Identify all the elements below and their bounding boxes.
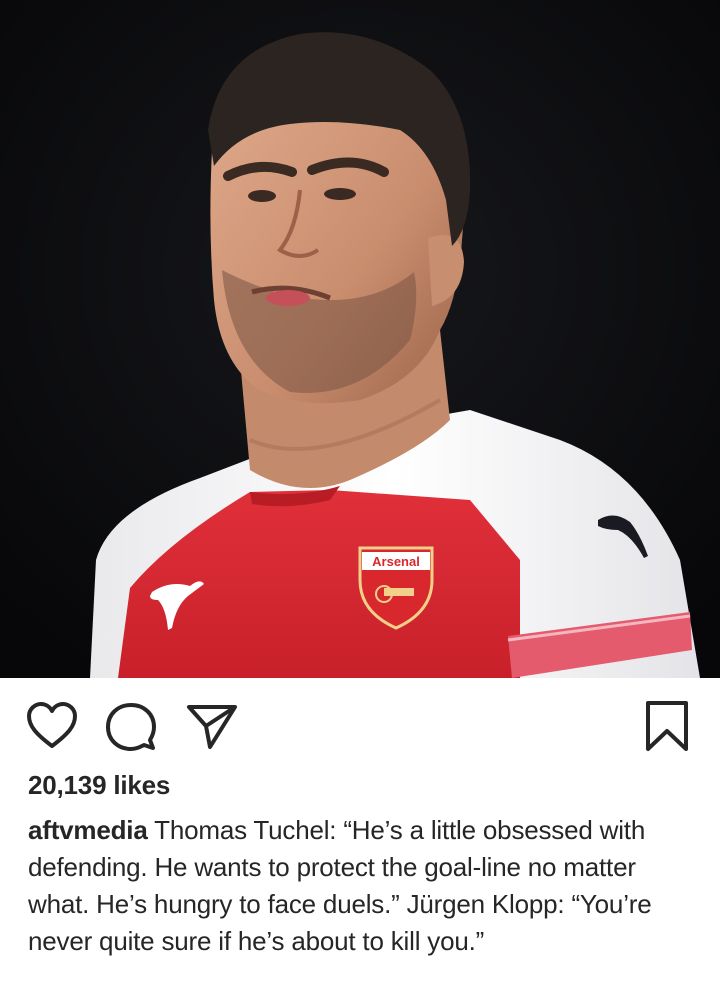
- share-button[interactable]: [186, 704, 238, 750]
- player-head: [208, 32, 471, 404]
- comment-button[interactable]: [106, 702, 156, 752]
- like-button[interactable]: [26, 702, 78, 750]
- likes-count[interactable]: 20,139 likes: [28, 770, 170, 801]
- instagram-post: Arsenal 20,139 likes aftvmedia Thomas Tu…: [0, 0, 720, 995]
- post-image[interactable]: Arsenal: [0, 0, 720, 678]
- paper-plane-icon: [187, 705, 237, 749]
- crest-text: Arsenal: [372, 554, 420, 569]
- action-bar: [0, 678, 720, 774]
- bookmark-icon: [646, 701, 688, 751]
- caption-username[interactable]: aftvmedia: [28, 815, 148, 845]
- post-caption: aftvmedia Thomas Tuchel: “He’s a little …: [28, 812, 688, 960]
- save-button[interactable]: [644, 700, 690, 752]
- comment-bubble-icon: [106, 703, 156, 751]
- heart-icon: [27, 702, 77, 748]
